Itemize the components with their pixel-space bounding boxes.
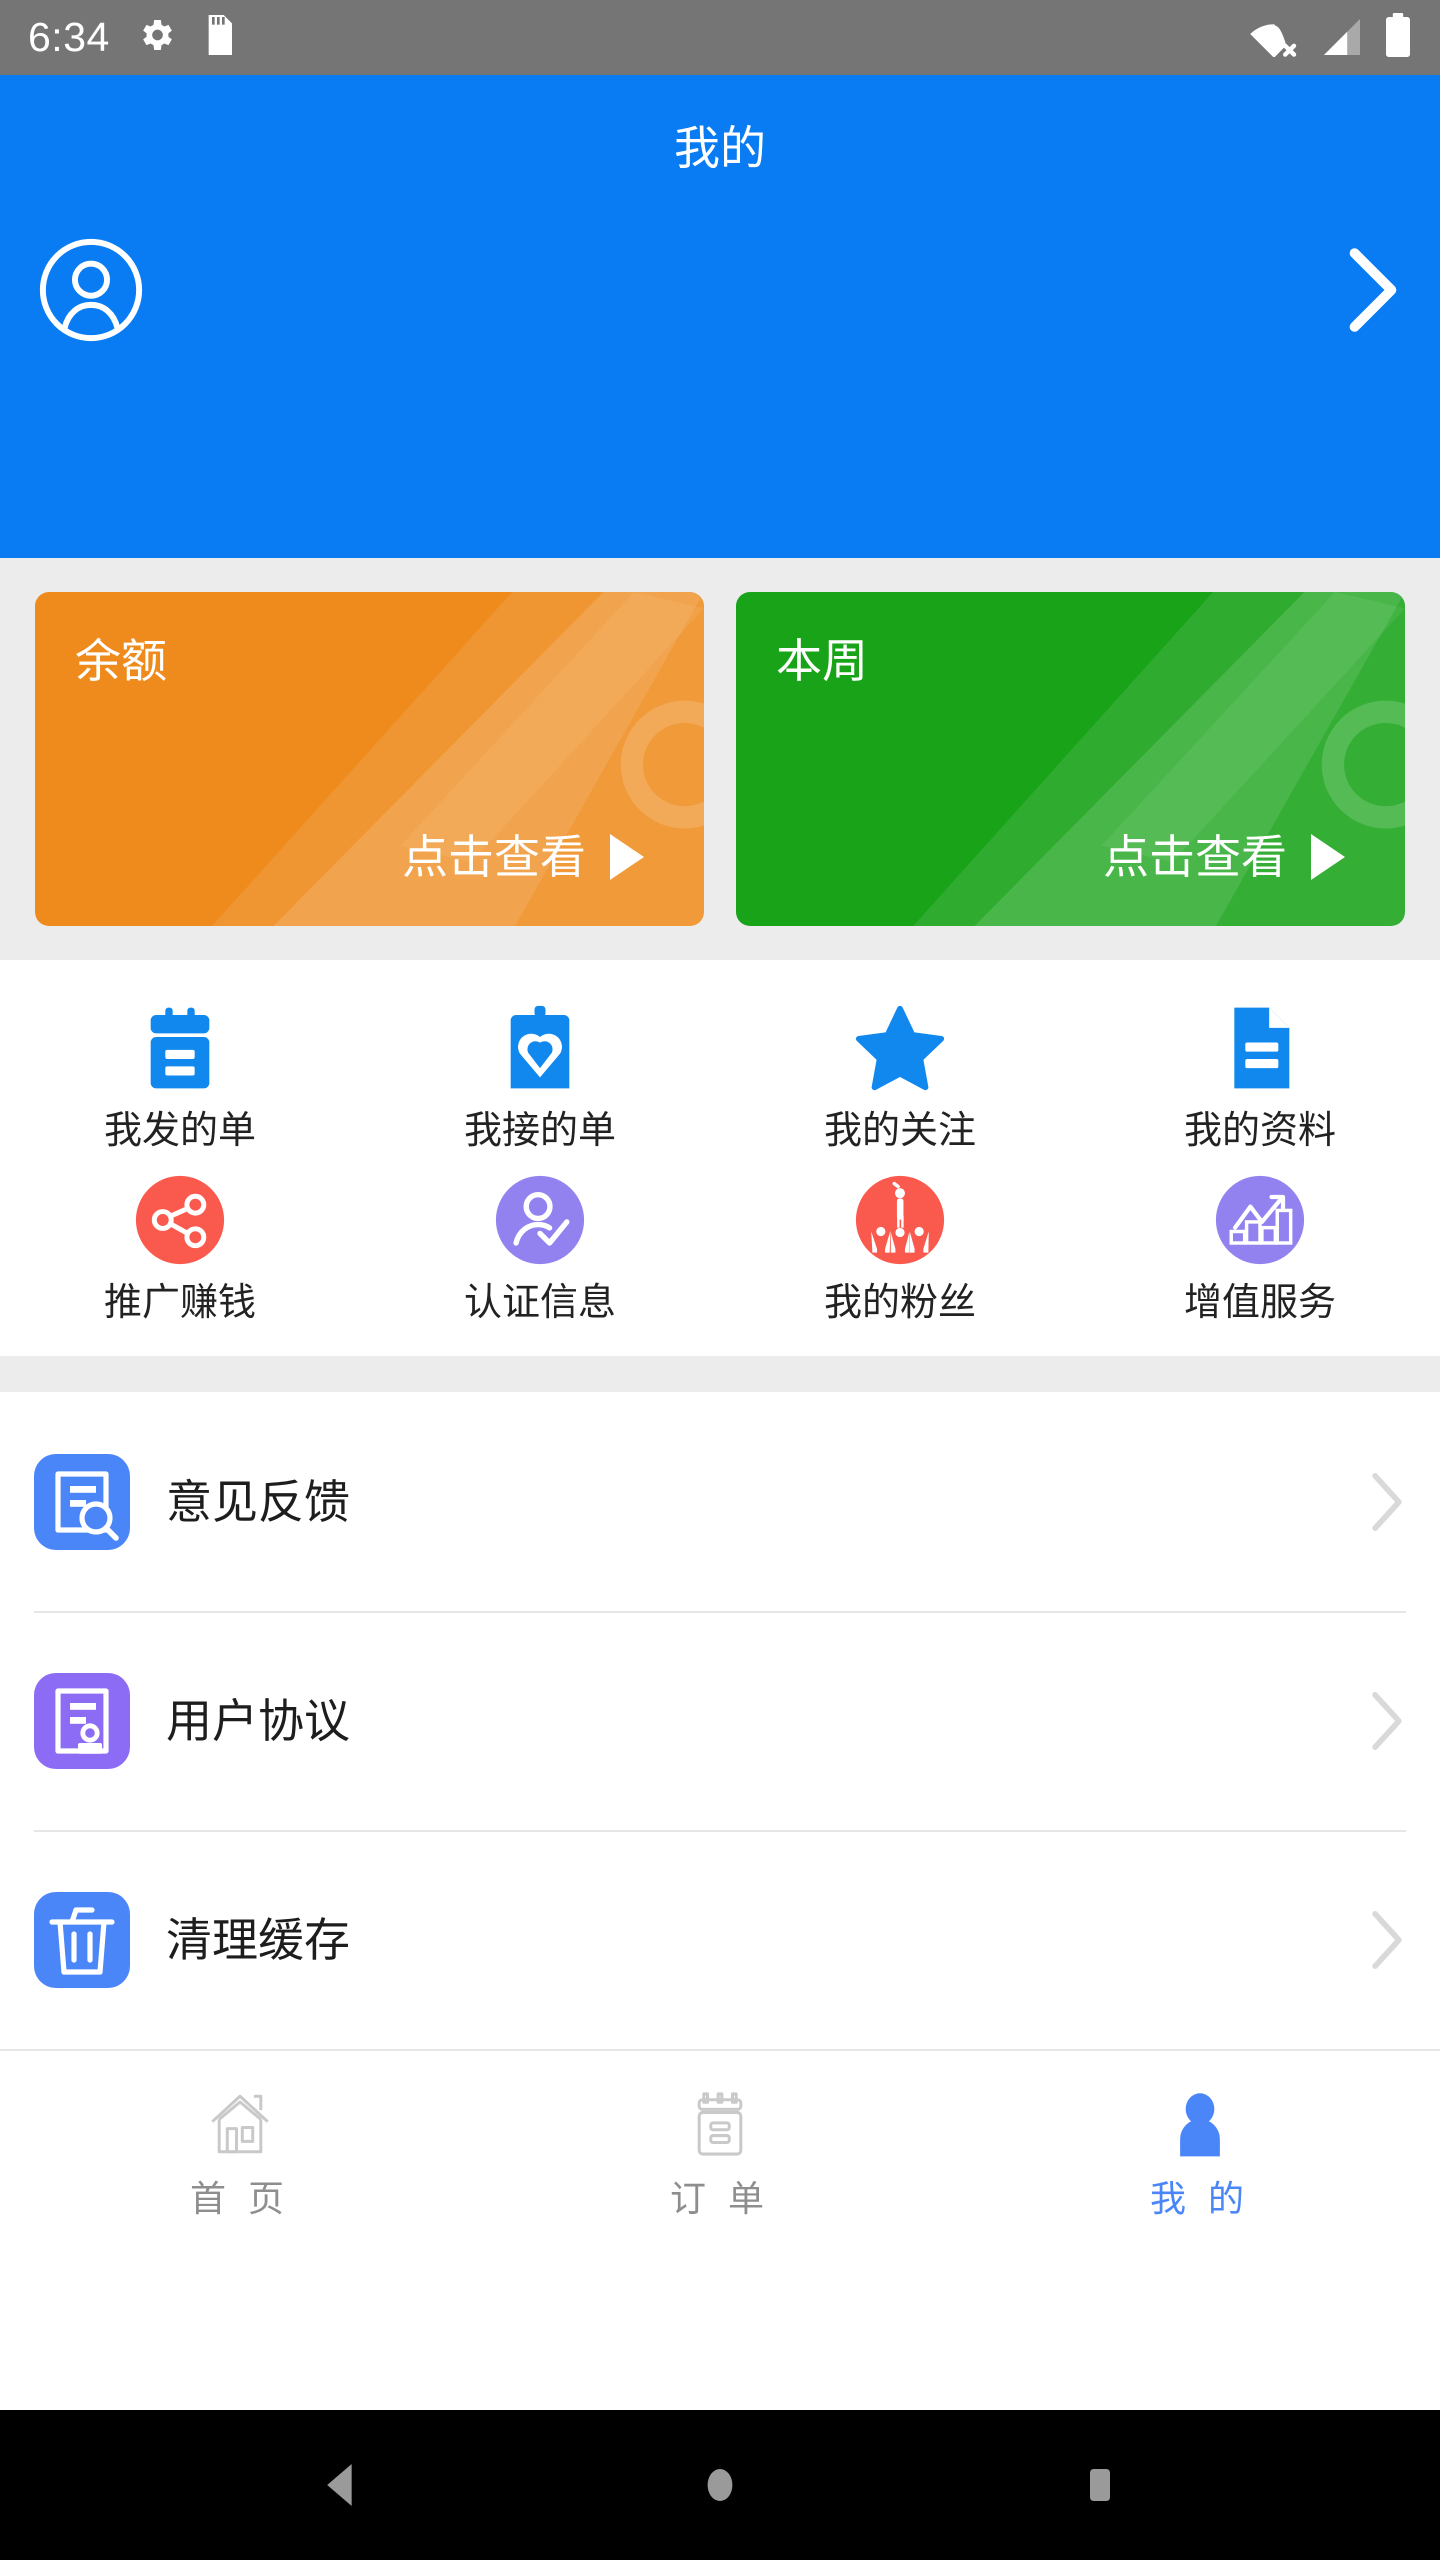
- week-card[interactable]: 本周 点击查看: [736, 592, 1405, 926]
- android-navigation-bar: [0, 2410, 1440, 2560]
- agreement-doc-icon: [34, 1672, 130, 1769]
- recents-square-icon[interactable]: [1065, 2450, 1135, 2520]
- status-bar-right-icons: [1248, 13, 1412, 62]
- status-bar-clock: 6:34: [28, 14, 110, 60]
- person-icon: [1161, 2085, 1239, 2163]
- grid-item-value-added-services[interactable]: 增值服务: [1080, 1160, 1440, 1332]
- trash-icon: [34, 1891, 130, 1988]
- grid-item-label: 我接的单: [463, 1110, 616, 1152]
- grid-item-label: 认证信息: [463, 1282, 616, 1324]
- tab-label: 首 页: [189, 2178, 290, 2219]
- feature-grid: 我发的单 我接的单 我的关注 我的资料 推广赚钱 认证信息 我的粉丝 增值服务: [0, 960, 1440, 1356]
- grid-item-label: 我的关注: [823, 1110, 976, 1152]
- tab-mine[interactable]: 我 的: [960, 2085, 1440, 2217]
- grid-item-my-profile[interactable]: 我的资料: [1080, 988, 1440, 1160]
- wifi-off-icon: [1248, 17, 1300, 62]
- back-triangle-icon[interactable]: [305, 2450, 375, 2520]
- chevron-right-icon[interactable]: [1368, 1909, 1406, 1971]
- grid-item-my-accepted-orders[interactable]: 我接的单: [360, 988, 720, 1160]
- gear-icon: [136, 15, 176, 60]
- chevron-right-icon[interactable]: [1368, 1471, 1406, 1533]
- summary-cards: 余额 点击查看 本周 点击查看: [0, 558, 1440, 960]
- chevron-right-icon[interactable]: [1368, 1690, 1406, 1752]
- growth-chart-icon: [1212, 1172, 1308, 1268]
- cellular-signal-icon: [1320, 17, 1364, 62]
- list-item-feedback[interactable]: 意见反馈: [0, 1392, 1440, 1611]
- week-card-title: 本周: [776, 635, 868, 687]
- tab-label: 订 单: [669, 2178, 770, 2219]
- clipboard-lines-icon: [132, 1000, 228, 1096]
- grid-item-verification-info[interactable]: 认证信息: [360, 1160, 720, 1332]
- profile-row[interactable]: [0, 235, 1440, 345]
- balance-card-title: 余额: [75, 635, 167, 687]
- user-check-icon: [492, 1172, 588, 1268]
- balance-card[interactable]: 余额 点击查看: [35, 592, 704, 926]
- list-item-label: 用户协议: [166, 1694, 350, 1747]
- clipboard-heart-icon: [492, 1000, 588, 1096]
- list-item-label: 清理缓存: [166, 1913, 350, 1966]
- home-circle-icon[interactable]: [685, 2450, 755, 2520]
- grid-item-my-follows[interactable]: 我的关注: [720, 988, 1080, 1160]
- tab-label: 我 的: [1149, 2178, 1250, 2219]
- bottom-tab-bar: 首 页 订 单 我 的: [0, 2049, 1440, 2410]
- star-icon: [852, 1000, 948, 1096]
- tab-home[interactable]: 首 页: [0, 2085, 480, 2217]
- grid-item-label: 我的粉丝: [823, 1282, 976, 1324]
- order-clipboard-icon: [681, 2085, 759, 2163]
- balance-card-cta-label: 点击查看: [402, 831, 586, 883]
- home-icon: [201, 2085, 279, 2163]
- list-item-label: 意见反馈: [166, 1475, 350, 1528]
- tab-orders[interactable]: 订 单: [480, 2085, 960, 2217]
- balance-card-cta[interactable]: 点击查看: [402, 834, 644, 880]
- play-triangle-icon: [610, 834, 644, 880]
- document-lines-icon: [1212, 1000, 1308, 1096]
- battery-icon: [1384, 13, 1412, 62]
- status-bar-left-icons: [136, 14, 232, 61]
- crowd-cheer-icon: [852, 1172, 948, 1268]
- list-item-clear-cache[interactable]: 清理缓存: [0, 1830, 1440, 2049]
- grid-item-my-fans[interactable]: 我的粉丝: [720, 1160, 1080, 1332]
- week-card-cta[interactable]: 点击查看: [1103, 834, 1345, 880]
- section-divider: [0, 1356, 1440, 1392]
- feature-grid-row: 推广赚钱 认证信息 我的粉丝 增值服务: [0, 1160, 1440, 1332]
- week-card-cta-label: 点击查看: [1103, 831, 1287, 883]
- user-avatar-icon[interactable]: [36, 235, 146, 345]
- page-title: 我的: [674, 122, 766, 174]
- feedback-doc-icon: [34, 1453, 130, 1550]
- list-item-user-agreement[interactable]: 用户协议: [0, 1611, 1440, 1830]
- grid-item-my-posted-orders[interactable]: 我发的单: [0, 988, 360, 1160]
- grid-item-label: 我发的单: [103, 1110, 256, 1152]
- grid-item-label: 增值服务: [1183, 1282, 1336, 1324]
- feature-grid-row: 我发的单 我接的单 我的关注 我的资料: [0, 988, 1440, 1160]
- chevron-right-icon[interactable]: [1342, 247, 1404, 333]
- status-bar: 6:34: [0, 0, 1440, 75]
- page-header: 我的: [0, 75, 1440, 558]
- settings-list: 意见反馈 用户协议 清理缓存: [0, 1392, 1440, 2049]
- play-triangle-icon: [1311, 834, 1345, 880]
- grid-item-promote-earn[interactable]: 推广赚钱: [0, 1160, 360, 1332]
- share-nodes-icon: [132, 1172, 228, 1268]
- grid-item-label: 我的资料: [1183, 1110, 1336, 1152]
- grid-item-label: 推广赚钱: [103, 1282, 256, 1324]
- sd-card-icon: [202, 14, 232, 61]
- app-screen: 6:34 我的 余额 点击查看 本周 点击查看 我发的单 我接的单 我的关注 我…: [0, 0, 1440, 2560]
